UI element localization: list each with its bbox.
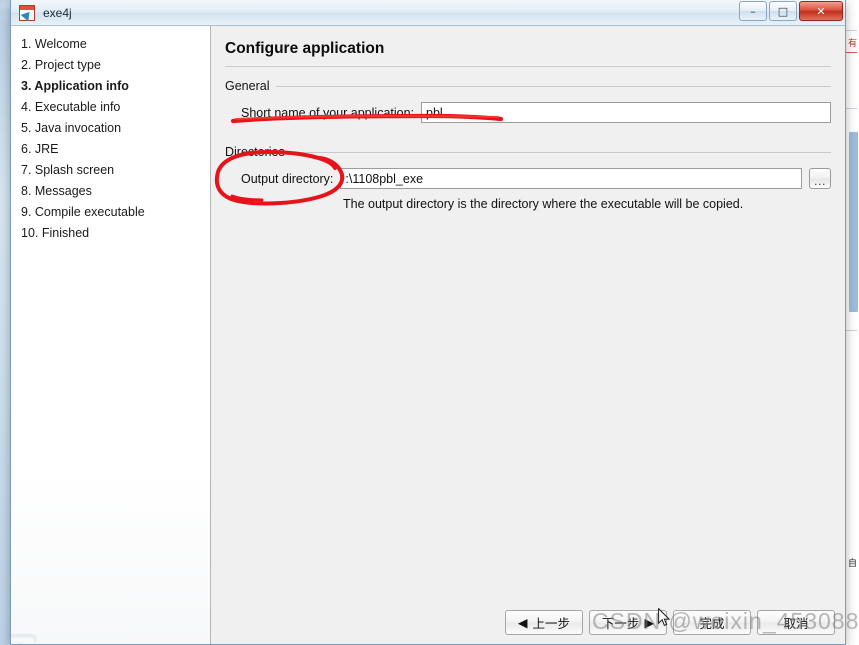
next-button-label: 下一步 xyxy=(601,615,640,631)
output-directory-row: Output directory: :\1108pbl_exe ... xyxy=(225,168,831,189)
directories-group: Directories Output directory: :\1108pbl_… xyxy=(225,145,831,211)
output-directory-input[interactable]: :\1108pbl_exe xyxy=(340,168,802,189)
browse-directory-button[interactable]: ... xyxy=(809,168,831,189)
close-icon[interactable]: ✕ xyxy=(799,1,843,21)
next-button[interactable]: 下一步 ▶ xyxy=(589,609,667,635)
window-titlebar[interactable]: exe4j – □ ✕ xyxy=(11,0,845,26)
general-group: General Short name of your application: … xyxy=(225,79,831,123)
minimize-icon[interactable]: – xyxy=(739,1,767,21)
short-name-label: Short name of your application: xyxy=(241,105,415,120)
page-title: Configure application xyxy=(225,40,385,57)
directories-group-header: Directories xyxy=(225,145,831,159)
title-divider xyxy=(225,66,831,67)
cancel-button[interactable]: 取消 xyxy=(757,609,835,635)
short-name-row: Short name of your application: pbl xyxy=(225,102,831,123)
output-directory-label: Output directory: xyxy=(241,171,334,186)
directories-group-label: Directories xyxy=(225,145,285,159)
sidebar-item-compile-executable[interactable]: 9. Compile executable xyxy=(11,202,210,223)
sidebar-item-project-type[interactable]: 2. Project type xyxy=(11,55,210,76)
background-glyph: 有 xyxy=(847,39,857,49)
maximize-icon[interactable]: □ xyxy=(769,1,797,21)
sidebar-item-finished[interactable]: 10. Finished xyxy=(11,223,210,244)
sidebar-item-welcome[interactable]: 1. Welcome xyxy=(11,34,210,55)
dialog-body: 1. Welcome 2. Project type 3. Applicatio… xyxy=(11,26,845,644)
sidebar-item-java-invocation[interactable]: 5. Java invocation xyxy=(11,118,210,139)
group-divider xyxy=(291,151,831,153)
back-button[interactable]: ◀ 上一步 xyxy=(505,609,583,635)
window-controls: – □ ✕ xyxy=(739,1,843,21)
exe4j-watermark: exe4j xyxy=(11,590,39,644)
background-glyph: 自 xyxy=(847,559,857,569)
exe4j-app-icon xyxy=(19,4,35,21)
general-group-header: General xyxy=(225,79,831,93)
output-directory-hint: The output directory is the directory wh… xyxy=(343,197,744,211)
main-content-panel: Configure application General Short name… xyxy=(211,26,845,644)
chevron-right-icon: ▶ xyxy=(644,614,655,630)
finish-button[interactable]: 完成 xyxy=(673,609,751,635)
sidebar-item-application-info[interactable]: 3. Application info xyxy=(11,76,210,97)
back-button-label: 上一步 xyxy=(532,615,571,631)
sidebar-item-executable-info[interactable]: 4. Executable info xyxy=(11,97,210,118)
short-name-input[interactable]: pbl xyxy=(421,102,831,123)
sidebar-item-splash-screen[interactable]: 7. Splash screen xyxy=(11,160,210,181)
background-scrollbar[interactable] xyxy=(849,132,858,312)
chevron-left-icon: ◀ xyxy=(517,614,528,630)
exe4j-wizard-window: exe4j – □ ✕ 1. Welcome 2. Project type 3… xyxy=(10,0,846,645)
wizard-steps-sidebar: 1. Welcome 2. Project type 3. Applicatio… xyxy=(11,26,211,644)
wizard-button-bar: ◀ 上一步 下一步 ▶ 完成 取消 xyxy=(212,600,845,644)
sidebar-item-jre[interactable]: 6. JRE xyxy=(11,139,210,160)
window-title: exe4j xyxy=(43,5,72,20)
general-group-label: General xyxy=(225,79,270,93)
group-divider xyxy=(276,85,831,87)
sidebar-item-messages[interactable]: 8. Messages xyxy=(11,181,210,202)
